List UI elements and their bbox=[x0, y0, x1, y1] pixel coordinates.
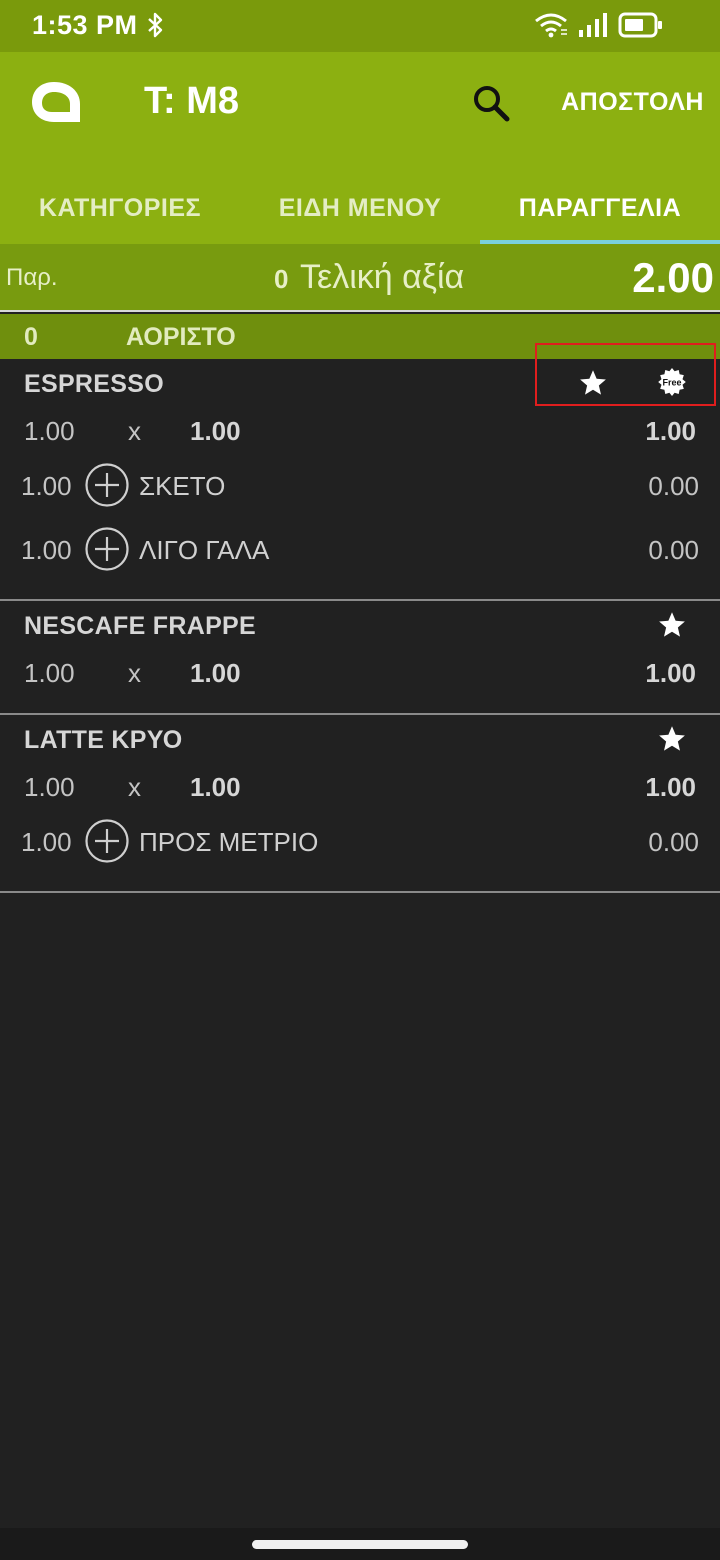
plus-circle-icon[interactable] bbox=[84, 818, 130, 864]
home-gesture-handle[interactable] bbox=[252, 1540, 468, 1549]
search-icon[interactable] bbox=[470, 82, 514, 126]
item-qty: 1.00 bbox=[24, 658, 75, 688]
tab-menu-items[interactable]: ΕΙΔΗ ΜΕΝΟΥ bbox=[240, 172, 480, 244]
modifier-name: ΠΡΟΣ ΜΕΤΡΙΟ bbox=[139, 827, 319, 857]
item-name: LATTE ΚΡΥΟ bbox=[24, 726, 183, 754]
modifier-price: 0.00 bbox=[648, 471, 699, 501]
status-time: 1:53 PM bbox=[32, 10, 138, 40]
wifi-icon bbox=[534, 12, 568, 43]
order-summary-bar: Παρ. 0 Τελική αξία 2.00 bbox=[0, 244, 720, 312]
status-bar: 1:53 PM bbox=[0, 0, 720, 52]
plus-circle-icon[interactable] bbox=[84, 462, 130, 508]
item-name: NESCAFE FRAPPE bbox=[24, 612, 257, 640]
modifier-qty: 1.00 bbox=[21, 471, 72, 501]
par-count: 0 bbox=[274, 264, 289, 294]
app-logo-icon bbox=[32, 80, 82, 129]
send-button[interactable]: ΑΠΟΣΤΟΛΗ bbox=[561, 88, 704, 117]
star-icon[interactable] bbox=[657, 610, 687, 640]
modifier-qty: 1.00 bbox=[21, 535, 72, 565]
bluetooth-icon bbox=[146, 11, 166, 44]
modifier-price: 0.00 bbox=[648, 827, 699, 857]
order-item[interactable]: NESCAFE FRAPPE 1.00 x 1.00 1.00 bbox=[0, 601, 720, 715]
item-price: 1.00 bbox=[190, 772, 241, 802]
modifier-price: 0.00 bbox=[648, 535, 699, 565]
page-title: T: M8 bbox=[144, 80, 239, 122]
tab-categories[interactable]: ΚΑΤΗΓΟΡΙΕΣ bbox=[0, 172, 240, 244]
item-price: 1.00 bbox=[190, 416, 241, 446]
battery-icon bbox=[618, 12, 664, 43]
modifier-qty: 1.00 bbox=[21, 827, 72, 857]
group-count: 0 bbox=[24, 323, 38, 351]
signal-icon bbox=[578, 12, 608, 43]
highlight-box bbox=[535, 343, 716, 406]
item-qty: 1.00 bbox=[24, 416, 75, 446]
modifier-name: ΣΚΕΤΟ bbox=[139, 471, 226, 501]
item-total: 1.00 bbox=[645, 658, 696, 688]
total-label: Τελική αξία bbox=[300, 258, 465, 296]
item-total: 1.00 bbox=[645, 772, 696, 802]
group-name: ΑΟΡΙΣΤΟ bbox=[126, 323, 236, 351]
star-icon[interactable] bbox=[657, 724, 687, 754]
modifier-name: ΛΙΓΟ ΓΑΛΑ bbox=[139, 535, 270, 565]
item-name: ESPRESSO bbox=[24, 370, 164, 398]
item-times: x bbox=[128, 658, 141, 688]
item-times: x bbox=[128, 416, 141, 446]
tab-bar: ΚΑΤΗΓΟΡΙΕΣ ΕΙΔΗ ΜΕΝΟΥ ΠΑΡΑΓΓΕΛΙΑ bbox=[0, 172, 720, 244]
tab-order[interactable]: ΠΑΡΑΓΓΕΛΙΑ bbox=[480, 172, 720, 244]
app-bar: T: M8 ΑΠΟΣΤΟΛΗ ΚΑΤΗΓΟΡΙΕΣ ΕΙΔΗ ΜΕΝΟΥ ΠΑΡ… bbox=[0, 52, 720, 244]
total-value: 2.00 bbox=[632, 254, 714, 301]
order-item[interactable]: LATTE ΚΡΥΟ 1.00 x 1.00 1.00 1.00 ΠΡΟΣ ΜΕ… bbox=[0, 715, 720, 893]
plus-circle-icon[interactable] bbox=[84, 526, 130, 572]
item-total: 1.00 bbox=[645, 416, 696, 446]
item-qty: 1.00 bbox=[24, 772, 75, 802]
navigation-bar bbox=[0, 1528, 720, 1560]
item-price: 1.00 bbox=[190, 658, 241, 688]
par-label: Παρ. bbox=[6, 264, 58, 291]
item-times: x bbox=[128, 772, 141, 802]
